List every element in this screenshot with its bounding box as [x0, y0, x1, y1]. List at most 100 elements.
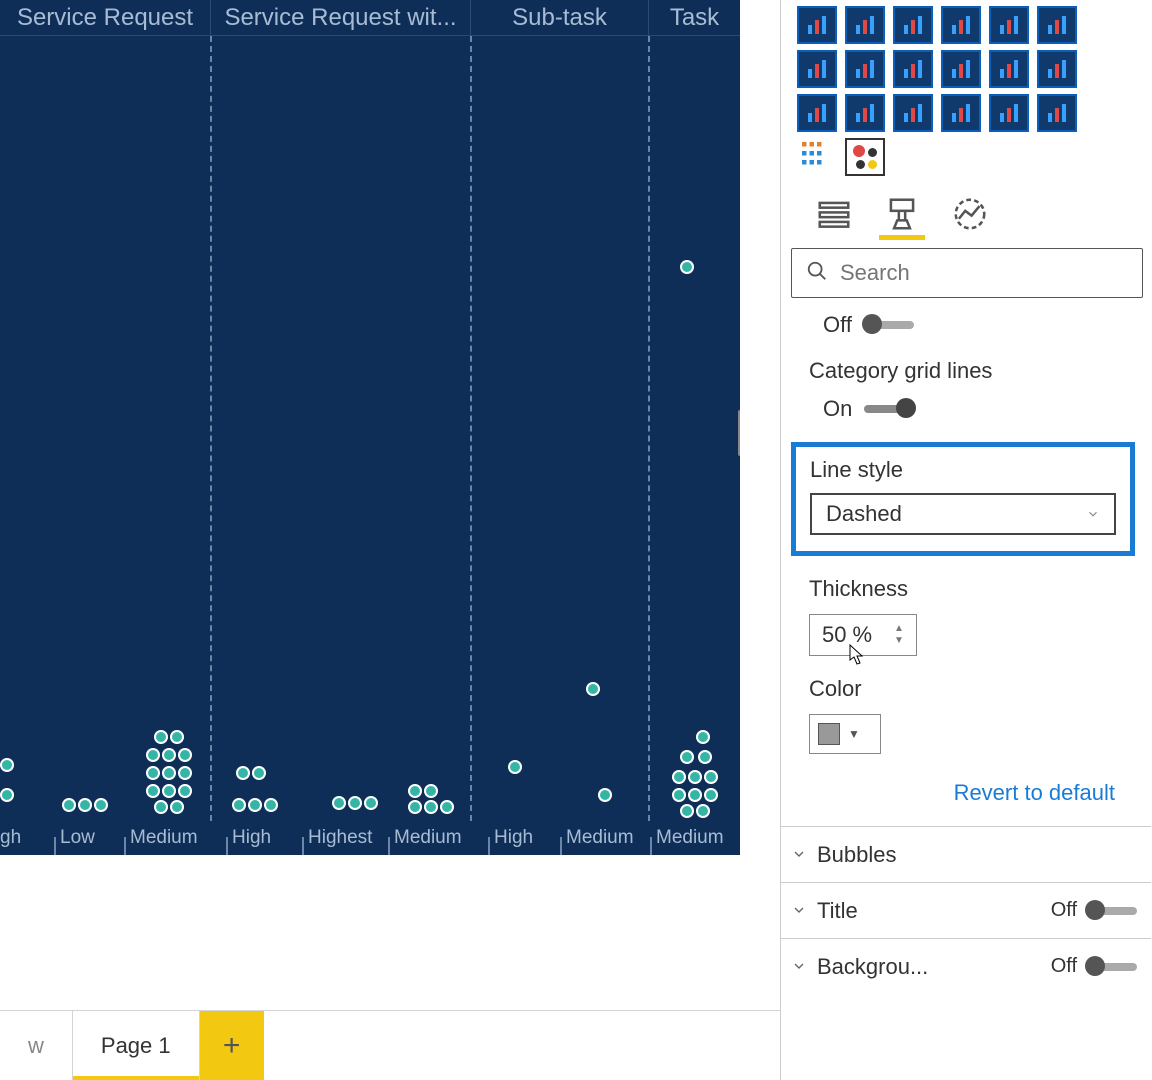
- chevron-up-icon[interactable]: ▲: [894, 624, 910, 634]
- data-point[interactable]: [696, 804, 710, 818]
- data-point[interactable]: [178, 766, 192, 780]
- data-point[interactable]: [248, 798, 262, 812]
- accordion-row[interactable]: Backgrou...Off: [781, 938, 1151, 994]
- chart-canvas[interactable]: Service RequestService Request wit...Sub…: [0, 0, 740, 855]
- category-grid-lines-toggle[interactable]: [864, 405, 914, 413]
- data-point[interactable]: [586, 682, 600, 696]
- data-point[interactable]: [0, 788, 14, 802]
- accordion-row[interactable]: TitleOff: [781, 882, 1151, 938]
- viz-chip-custom[interactable]: [845, 138, 885, 176]
- viz-chip[interactable]: [941, 94, 981, 132]
- line-style-select[interactable]: Dashed: [810, 493, 1116, 535]
- data-point[interactable]: [332, 796, 346, 810]
- data-point[interactable]: [698, 750, 712, 764]
- data-point[interactable]: [672, 788, 686, 802]
- accordion-toggle[interactable]: [1087, 907, 1137, 915]
- data-point[interactable]: [688, 788, 702, 802]
- data-point[interactable]: [162, 784, 176, 798]
- accordion-label: Bubbles: [817, 842, 897, 868]
- data-point[interactable]: [162, 748, 176, 762]
- viz-chip[interactable]: [797, 94, 837, 132]
- category-header: Sub-task: [470, 0, 648, 35]
- thickness-stepper[interactable]: 50 % ▲▼: [809, 614, 917, 656]
- data-point[interactable]: [348, 796, 362, 810]
- data-point[interactable]: [672, 770, 686, 784]
- data-point[interactable]: [704, 788, 718, 802]
- data-point[interactable]: [680, 750, 694, 764]
- data-point[interactable]: [78, 798, 92, 812]
- viz-chip[interactable]: [893, 94, 933, 132]
- data-point[interactable]: [252, 766, 266, 780]
- color-swatch: [818, 723, 840, 745]
- data-point[interactable]: [146, 748, 160, 762]
- data-point[interactable]: [236, 766, 250, 780]
- data-point[interactable]: [440, 800, 454, 814]
- category-header: Service Request wit...: [210, 0, 470, 35]
- chevron-down-icon[interactable]: ▼: [894, 636, 910, 646]
- viz-chip[interactable]: [893, 6, 933, 44]
- data-point[interactable]: [364, 796, 378, 810]
- data-point[interactable]: [598, 788, 612, 802]
- data-point[interactable]: [146, 784, 160, 798]
- data-point[interactable]: [154, 800, 168, 814]
- viz-chip[interactable]: [893, 50, 933, 88]
- data-point[interactable]: [680, 260, 694, 274]
- axis-label: Medium: [394, 827, 462, 849]
- data-point[interactable]: [162, 766, 176, 780]
- chevron-down-icon: [791, 842, 807, 868]
- viz-chip-small-multiples[interactable]: [797, 138, 837, 176]
- viz-chip[interactable]: [989, 94, 1029, 132]
- format-tab[interactable]: [883, 194, 921, 234]
- data-point[interactable]: [170, 730, 184, 744]
- viz-chip[interactable]: [845, 6, 885, 44]
- data-point[interactable]: [424, 800, 438, 814]
- data-point[interactable]: [146, 766, 160, 780]
- page-tab-active[interactable]: Page 1: [73, 1011, 200, 1080]
- fields-tab[interactable]: [815, 194, 853, 234]
- data-point[interactable]: [62, 798, 76, 812]
- chevron-down-icon: [1086, 501, 1100, 527]
- category-gridline: [210, 36, 212, 821]
- toggle-off-label: Off: [823, 312, 852, 338]
- data-point[interactable]: [408, 800, 422, 814]
- viz-chip[interactable]: [1037, 94, 1077, 132]
- viz-chip[interactable]: [989, 50, 1029, 88]
- data-point[interactable]: [178, 784, 192, 798]
- data-point[interactable]: [704, 770, 718, 784]
- toggle-off[interactable]: [864, 321, 914, 329]
- data-point[interactable]: [680, 804, 694, 818]
- revert-to-default-link[interactable]: Revert to default: [791, 754, 1141, 826]
- accordion-row[interactable]: Bubbles: [781, 826, 1151, 882]
- data-point[interactable]: [688, 770, 702, 784]
- data-point[interactable]: [0, 758, 14, 772]
- data-point[interactable]: [170, 800, 184, 814]
- resize-handle[interactable]: [738, 410, 740, 456]
- add-page-button[interactable]: +: [200, 1011, 264, 1080]
- analytics-tab[interactable]: [951, 194, 989, 234]
- viz-chip[interactable]: [1037, 50, 1077, 88]
- search-box[interactable]: [791, 248, 1143, 298]
- viz-chip[interactable]: [989, 6, 1029, 44]
- accordion-toggle[interactable]: [1087, 963, 1137, 971]
- axis-label: gh: [0, 827, 21, 849]
- page-tab-partial[interactable]: w: [0, 1011, 73, 1080]
- data-point[interactable]: [154, 730, 168, 744]
- viz-chip[interactable]: [941, 6, 981, 44]
- data-point[interactable]: [696, 730, 710, 744]
- search-input[interactable]: [840, 260, 1128, 286]
- color-picker[interactable]: ▼: [809, 714, 881, 754]
- data-point[interactable]: [232, 798, 246, 812]
- data-point[interactable]: [94, 798, 108, 812]
- search-icon: [806, 260, 828, 287]
- viz-chip[interactable]: [845, 50, 885, 88]
- viz-chip[interactable]: [797, 50, 837, 88]
- viz-chip[interactable]: [1037, 6, 1077, 44]
- data-point[interactable]: [424, 784, 438, 798]
- viz-chip[interactable]: [941, 50, 981, 88]
- data-point[interactable]: [508, 760, 522, 774]
- data-point[interactable]: [178, 748, 192, 762]
- viz-chip[interactable]: [845, 94, 885, 132]
- data-point[interactable]: [408, 784, 422, 798]
- viz-chip[interactable]: [797, 6, 837, 44]
- data-point[interactable]: [264, 798, 278, 812]
